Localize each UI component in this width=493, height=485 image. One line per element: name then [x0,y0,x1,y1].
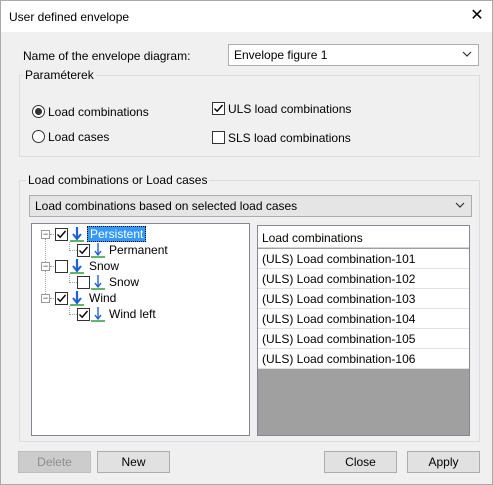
collapse-icon[interactable]: − [41,230,50,239]
tree-label-snow[interactable]: Snow [109,275,139,289]
chevron-down-icon [455,202,465,208]
radio-selected-dot [35,108,42,115]
envelope-name-combo[interactable]: Envelope figure 1 [228,44,479,66]
sls-checkbox-label[interactable]: SLS load combinations [228,131,351,145]
list-item[interactable]: (ULS) Load combination-105 [258,329,469,349]
load-combinations-radio[interactable] [32,105,45,118]
wind-group-checkbox[interactable] [55,292,68,305]
tree-node-permanent[interactable]: Permanent [32,242,249,258]
apply-button[interactable]: Apply [407,451,480,473]
tree-label-persistent[interactable]: Persistent [87,226,147,242]
collapse-icon[interactable]: − [41,294,50,303]
tree-node-wind-group[interactable]: − Wind [32,290,249,306]
close-button[interactable]: Close [324,451,397,473]
list-item[interactable]: (ULS) Load combination-103 [258,289,469,309]
load-arrow-icon [70,291,84,306]
load-arrow-icon [70,227,84,242]
tree-label-snow-group[interactable]: Snow [89,259,119,273]
sls-checkbox[interactable] [212,131,225,144]
tree-label-permanent[interactable]: Permanent [109,243,168,257]
list-item-label: (ULS) Load combination-101 [262,252,416,266]
envelope-name-label: Name of the envelope diagram: [23,49,191,63]
permanent-checkbox[interactable] [77,244,90,257]
load-arrow-icon [91,275,105,290]
load-combinations-list[interactable]: Load combinations (ULS) Load combination… [257,225,470,436]
dialog-window: User defined envelope ✕ Name of the enve… [0,0,493,485]
parameters-group-title: Paraméterek [23,68,96,82]
combination-mode-value: Load combinations based on selected load… [35,199,298,213]
uls-checkbox-label[interactable]: ULS load combinations [228,102,351,116]
new-button[interactable]: New [97,451,170,473]
list-item-label: (ULS) Load combination-105 [262,332,416,346]
checkmark-icon [57,230,67,239]
window-title: User defined envelope [9,10,130,24]
tree-node-wind-left[interactable]: Wind left [32,306,249,322]
snow-group-checkbox[interactable] [55,260,68,273]
checkmark-icon [79,310,89,319]
load-arrow-icon [91,307,105,322]
load-case-tree[interactable]: − Persistent Permanent − Snow Snow − Win… [31,223,250,436]
list-item-label: (ULS) Load combination-103 [262,292,416,306]
checkmark-icon [214,104,224,113]
persistent-checkbox[interactable] [55,228,68,241]
list-item[interactable]: (ULS) Load combination-102 [258,269,469,289]
list-item[interactable]: (ULS) Load combination-101 [258,249,469,269]
list-item-label: (ULS) Load combination-104 [262,312,416,326]
title-bar: User defined envelope ✕ [1,1,492,32]
tree-label-wind-group[interactable]: Wind [89,291,116,305]
tree-node-persistent[interactable]: − Persistent [32,226,249,242]
list-header-label: Load combinations [262,231,363,245]
tree-node-snow-group[interactable]: − Snow [32,258,249,274]
load-arrow-icon [70,259,84,274]
combination-mode-dropdown[interactable]: Load combinations based on selected load… [29,195,472,217]
tree-node-snow[interactable]: Snow [32,274,249,290]
checkmark-icon [57,294,67,303]
load-cases-radio-label[interactable]: Load cases [48,130,109,144]
tree-label-wind-left[interactable]: Wind left [109,307,156,321]
uls-checkbox[interactable] [212,102,225,115]
list-item-label: (ULS) Load combination-106 [262,352,416,366]
wind-left-checkbox[interactable] [77,308,90,321]
load-combinations-group-title: Load combinations or Load cases [26,173,210,187]
envelope-name-value: Envelope figure 1 [234,48,328,62]
load-arrow-icon [91,243,105,258]
checkmark-icon [79,246,89,255]
list-item-label: (ULS) Load combination-102 [262,272,416,286]
list-header: Load combinations [258,226,469,248]
list-item[interactable]: (ULS) Load combination-106 [258,349,469,369]
close-icon[interactable]: ✕ [463,3,491,29]
load-cases-radio[interactable] [32,130,45,143]
delete-button[interactable]: Delete [18,451,91,473]
chevron-down-icon [462,51,472,57]
load-combinations-radio-label[interactable]: Load combinations [48,105,149,119]
list-item[interactable]: (ULS) Load combination-104 [258,309,469,329]
collapse-icon[interactable]: − [41,262,50,271]
snow-checkbox[interactable] [77,276,90,289]
